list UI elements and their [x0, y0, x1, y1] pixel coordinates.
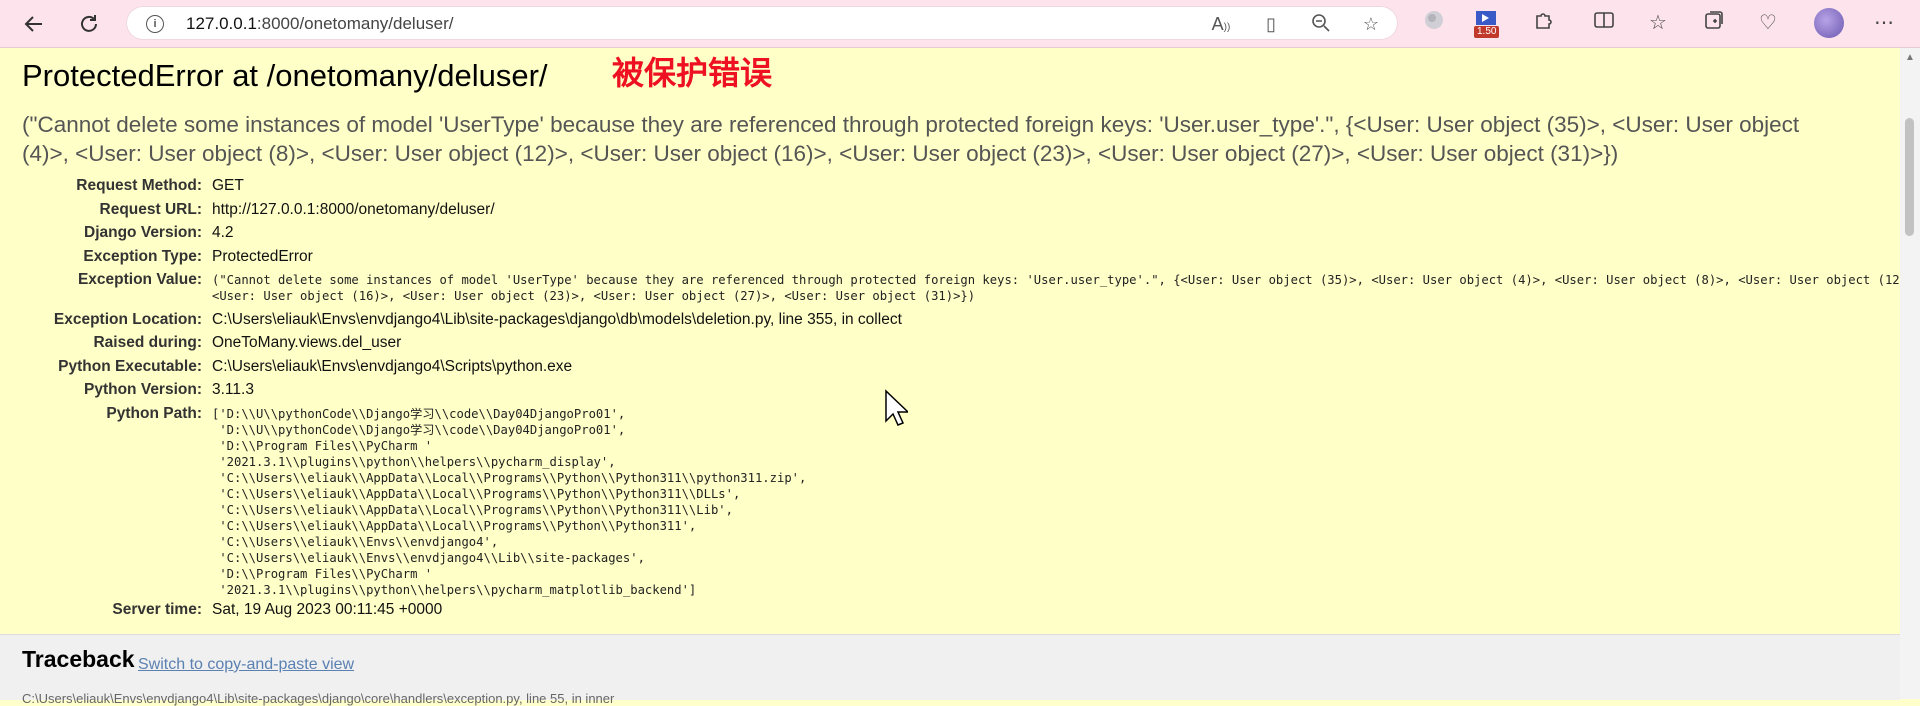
extension-badge: 1.50: [1474, 26, 1500, 38]
favorites-icon[interactable]: ☆: [1644, 9, 1672, 37]
meta-value: C:\Users\eliauk\Envs\envdjango4\Scripts\…: [212, 358, 573, 375]
traceback-section: Traceback Switch to copy-and-paste view …: [0, 634, 1900, 706]
meta-value: 4.2: [212, 224, 234, 241]
meta-value: Sat, 19 Aug 2023 00:11:45 +0000: [212, 601, 443, 618]
meta-label: Request Method:: [76, 177, 202, 194]
meta-value: ("Cannot delete some instances of model …: [212, 273, 1920, 303]
meta-value: ['D:\\U\\pythonCode\\Django学习\\code\\Day…: [212, 407, 807, 597]
back-icon[interactable]: [18, 8, 50, 40]
avatar[interactable]: [1814, 8, 1844, 38]
collections-icon[interactable]: [1700, 9, 1728, 37]
extension-icon[interactable]: [1420, 9, 1448, 37]
meta-label: Python Executable:: [58, 358, 202, 375]
health-icon[interactable]: ♡: [1754, 9, 1782, 37]
favorite-icon[interactable]: ☆: [1360, 13, 1382, 35]
meta-value: OneToMany.views.del_user: [212, 334, 402, 351]
meta-value: C:\Users\eliauk\Envs\envdjango4\Lib\site…: [212, 311, 902, 328]
split-screen-icon[interactable]: [1590, 9, 1618, 37]
meta-label: Python Version:: [84, 381, 202, 398]
info-icon[interactable]: i: [146, 15, 164, 33]
immersive-reader-icon[interactable]: ▯: [1260, 13, 1282, 35]
meta-value: http://127.0.0.1:8000/onetomany/deluser/: [212, 201, 495, 218]
meta-label: Request URL:: [99, 201, 202, 218]
annotation-text: 被保护错误: [612, 54, 773, 92]
meta-value: ProtectedError: [212, 248, 313, 265]
browser-toolbar: i 127.0.0.1:8000/onetomany/deluser/ A)) …: [0, 0, 1920, 48]
url-host: 127.0.0.1: [186, 14, 257, 33]
traceback-heading: Traceback: [22, 646, 135, 672]
url-path: :8000/onetomany/deluser/: [256, 14, 454, 33]
menu-icon[interactable]: ⋯: [1870, 9, 1898, 37]
meta-value: GET: [212, 177, 244, 194]
page-scrollbar[interactable]: ▲: [1900, 48, 1920, 699]
meta-value: 3.11.3: [212, 381, 254, 398]
address-bar[interactable]: i 127.0.0.1:8000/onetomany/deluser/ A)) …: [126, 6, 1398, 40]
meta-label: Server time:: [112, 601, 202, 618]
url-text[interactable]: 127.0.0.1:8000/onetomany/deluser/: [186, 14, 454, 34]
meta-label: Django Version:: [84, 224, 202, 241]
meta-label: Exception Value:: [77, 271, 202, 288]
meta-label: Exception Type:: [83, 248, 202, 265]
copy-paste-view-link[interactable]: Switch to copy-and-paste view: [138, 656, 354, 674]
mouse-cursor-icon: [885, 389, 908, 426]
refresh-icon[interactable]: [73, 8, 105, 40]
meta-label: Python Path:: [106, 405, 202, 422]
scroll-up-arrow-icon[interactable]: ▲: [1905, 52, 1915, 63]
scrollbar-thumb[interactable]: [1905, 118, 1914, 236]
read-aloud-icon[interactable]: A)): [1210, 13, 1232, 35]
zoom-icon[interactable]: [1310, 13, 1332, 35]
page-title: ProtectedError at /onetomany/deluser/: [22, 58, 548, 93]
meta-label: Raised during:: [93, 334, 202, 351]
meta-label: Exception Location:: [53, 311, 202, 328]
extension-puzzle-icon[interactable]: [1530, 9, 1558, 37]
exception-summary: ("Cannot delete some instances of model …: [22, 112, 1800, 166]
